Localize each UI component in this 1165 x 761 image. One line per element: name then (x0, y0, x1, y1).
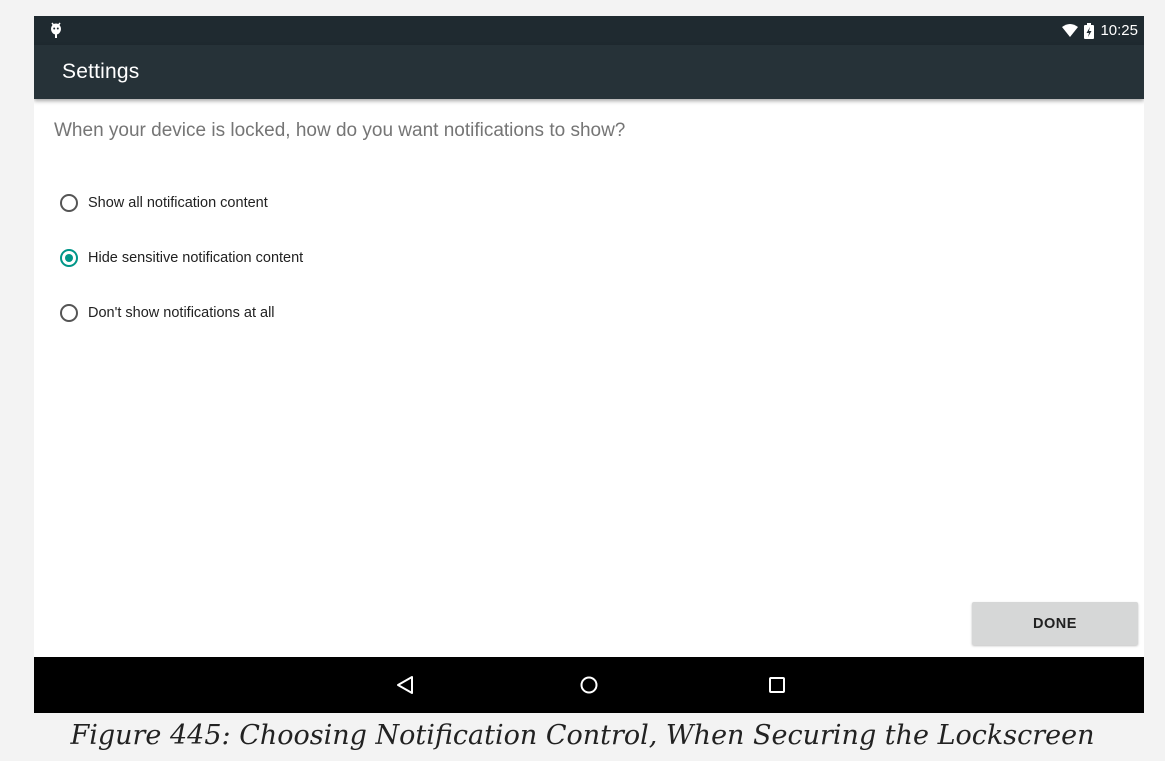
status-bar: 10:25 (34, 16, 1144, 45)
option-label: Show all notification content (88, 195, 268, 211)
status-indicators: 10:25 (1062, 16, 1138, 45)
battery-charging-icon (1084, 22, 1095, 39)
lockscreen-prompt: When your device is locked, how do you w… (54, 120, 626, 141)
back-triangle-icon[interactable] (390, 671, 420, 699)
done-button[interactable]: DONE (972, 602, 1138, 645)
radio-dont-show[interactable] (60, 304, 78, 322)
device-screen: 10:25 Settings When your device is locke… (34, 16, 1144, 713)
option-label: Don't show notifications at all (88, 305, 275, 321)
android-debug-icon (48, 21, 64, 39)
status-time: 10:25 (1100, 22, 1138, 39)
option-show-all[interactable]: Show all notification content (60, 190, 268, 216)
option-dont-show[interactable]: Don't show notifications at all (60, 300, 275, 326)
option-label: Hide sensitive notification content (88, 250, 304, 266)
radio-hide-sensitive[interactable] (60, 249, 78, 267)
page-title: Settings (62, 60, 140, 83)
radio-show-all[interactable] (60, 194, 78, 212)
navigation-bar (34, 657, 1144, 713)
home-circle-icon[interactable] (574, 671, 604, 699)
figure-caption: Figure 445: Choosing Notification Contro… (70, 720, 1095, 751)
app-bar: Settings (34, 45, 1144, 99)
wifi-icon (1062, 24, 1079, 37)
option-hide-sensitive[interactable]: Hide sensitive notification content (60, 245, 303, 271)
recents-square-icon[interactable] (762, 671, 792, 699)
